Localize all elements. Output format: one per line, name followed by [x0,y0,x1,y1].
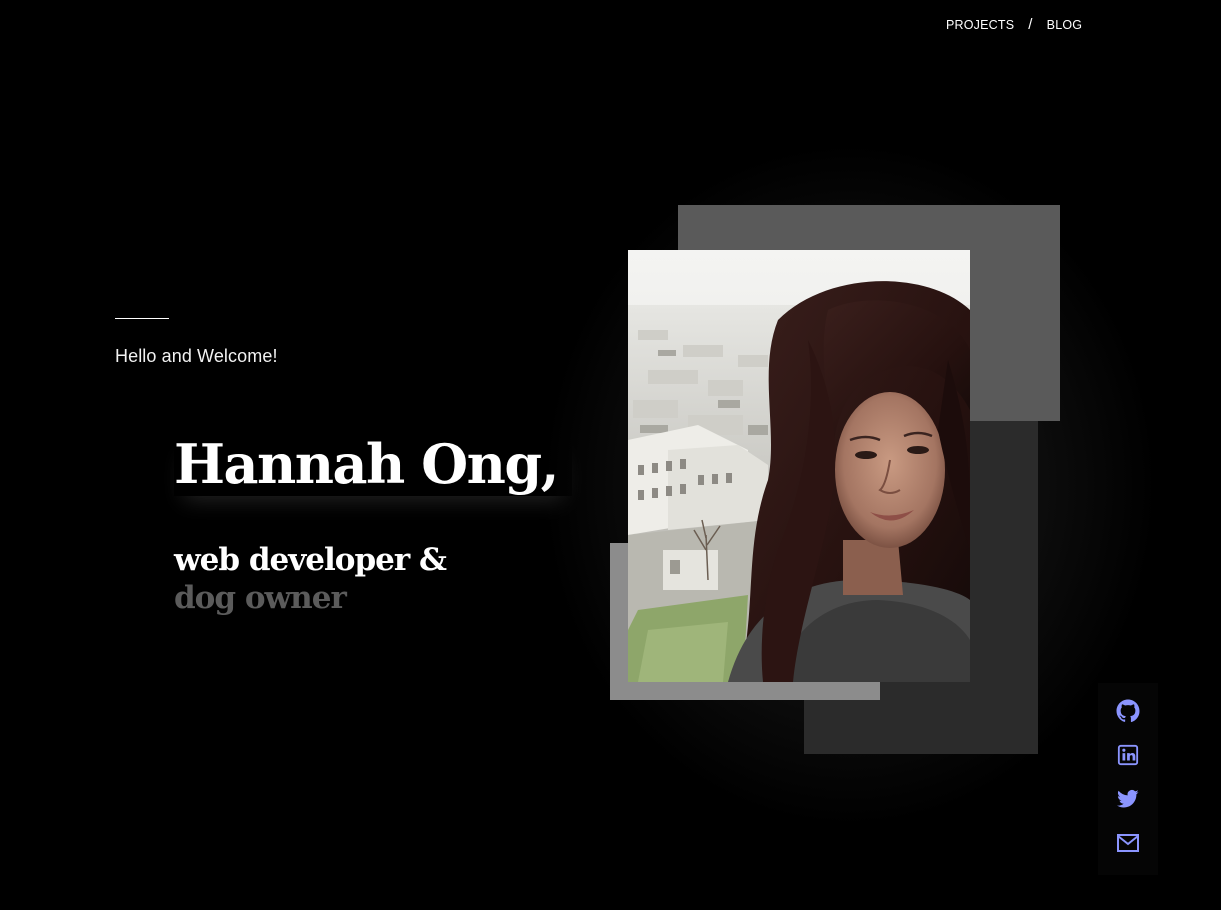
tagline-line-2: dog owner [174,580,347,616]
mail-icon [1116,833,1140,853]
nav-separator: / [1028,16,1033,33]
linkedin-link[interactable] [1115,743,1141,767]
email-link[interactable] [1115,831,1141,855]
nav-link-projects[interactable]: PROJECTS [946,18,1014,32]
nav-link-blog[interactable]: BLOG [1047,18,1083,32]
profile-photo [628,250,970,682]
social-links [1098,683,1158,875]
tagline-line-1: web developer & [174,542,447,578]
twitter-icon [1117,789,1139,809]
twitter-link[interactable] [1115,787,1141,811]
top-nav: PROJECTS / BLOG [946,16,1083,33]
hero-tagline: web developer & dog owner [174,541,447,617]
github-icon [1116,699,1140,723]
intro-divider [115,318,169,319]
hero-name: Hannah Ong, [174,432,572,496]
welcome-text: Hello and Welcome! [115,346,278,366]
linkedin-icon [1117,744,1139,766]
github-link[interactable] [1115,699,1141,723]
